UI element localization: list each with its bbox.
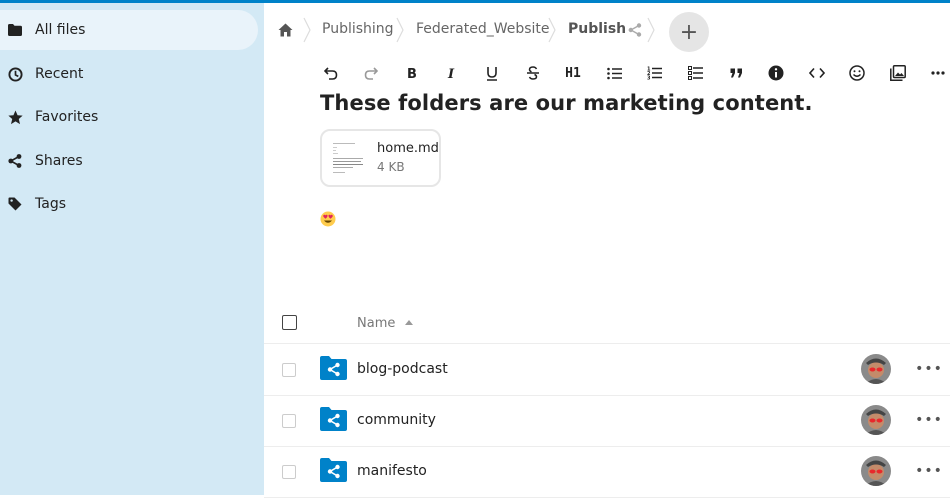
shared-folder-icon [320,356,347,380]
sidebar-item-label: Shares [35,153,83,169]
attachment-size: 4 KB [377,160,405,174]
avatar[interactable] [861,456,891,486]
file-name[interactable]: manifesto [357,463,427,479]
row-checkbox[interactable] [282,465,296,479]
add-new-button[interactable]: + [669,12,709,52]
sidebar-item-label: Tags [35,196,66,212]
sidebar-item-shares[interactable]: Shares [0,141,258,181]
heading-label: H1 [565,65,581,81]
sidebar-item-favorites[interactable]: Favorites [0,97,258,137]
plus-icon: + [679,19,699,45]
blockquote-icon[interactable] [721,58,751,88]
folder-icon [7,22,23,38]
image-icon[interactable] [883,58,913,88]
row-checkbox[interactable] [282,363,296,377]
shared-folder-icon [320,407,347,431]
attachment-name: home.md [377,141,439,156]
workspace-heading[interactable]: These folders are our marketing content. [320,91,813,115]
chevron-right-icon [548,17,556,43]
share-icon[interactable] [628,22,642,41]
ordered-list-icon[interactable]: 123 [639,58,669,88]
sidebar-item-label: Recent [35,66,84,82]
undo-icon[interactable] [316,58,346,88]
row-checkbox[interactable] [282,414,296,428]
sidebar-item-recent[interactable]: Recent [0,54,258,94]
avatar[interactable] [861,354,891,384]
tag-icon [7,196,23,212]
row-actions-button[interactable]: ••• [915,355,943,383]
breadcrumb-item-federated-website[interactable]: Federated_Website [416,21,550,37]
row-actions-button[interactable]: ••• [915,457,943,485]
strikethrough-icon[interactable] [518,58,548,88]
bullet-list-icon[interactable] [599,58,629,88]
file-name[interactable]: blog-podcast [357,361,448,377]
underline-icon[interactable] [477,58,507,88]
sidebar: All files Recent Favorites Shares Tags [0,3,264,495]
name-column-header[interactable]: Name [357,316,395,331]
table-row[interactable]: manifesto ••• [264,447,950,498]
chevron-right-icon [647,17,655,43]
share-icon [7,153,23,169]
breadcrumb-item-publish[interactable]: Publish [568,21,626,37]
breadcrumb-item-publishing[interactable]: Publishing [322,21,394,37]
more-icon[interactable] [923,58,950,88]
select-all-checkbox[interactable] [282,315,297,330]
sidebar-item-label: All files [35,22,86,38]
heart-eyes-emoji-icon [320,211,336,227]
breadcrumb: Publishing Federated_Website Publish + [264,3,950,59]
file-list-header: Name [264,300,950,344]
shared-folder-icon [320,458,347,482]
chevron-right-icon [396,17,404,43]
heading-icon[interactable]: H1 [558,58,588,88]
sidebar-item-label: Favorites [35,109,99,125]
clock-icon [7,66,23,82]
bold-icon[interactable]: B [397,58,427,88]
table-row[interactable]: community ••• [264,396,950,447]
svg-text:B: B [407,67,417,80]
sidebar-item-all-files[interactable]: All files [0,10,258,50]
svg-text:3: 3 [647,76,651,81]
file-name[interactable]: community [357,412,436,428]
attachment-card[interactable]: home.md 4 KB [320,129,441,187]
sidebar-item-tags[interactable]: Tags [0,184,258,224]
sort-ascending-icon[interactable] [405,320,413,325]
row-actions-button[interactable]: ••• [915,406,943,434]
italic-icon[interactable]: I [437,58,467,88]
svg-text:I: I [447,67,455,80]
chevron-right-icon [303,17,311,43]
checklist-icon[interactable] [680,58,710,88]
star-icon [7,109,23,125]
table-row[interactable]: blog-podcast ••• [264,345,950,396]
info-icon[interactable] [761,58,791,88]
code-icon[interactable] [802,58,832,88]
document-thumbnail-icon [331,140,366,178]
home-icon[interactable] [278,22,293,41]
editor-toolbar: B I H1 123 [316,58,950,88]
avatar[interactable] [861,405,891,435]
emoji-icon[interactable] [842,58,872,88]
redo-icon[interactable] [356,58,386,88]
